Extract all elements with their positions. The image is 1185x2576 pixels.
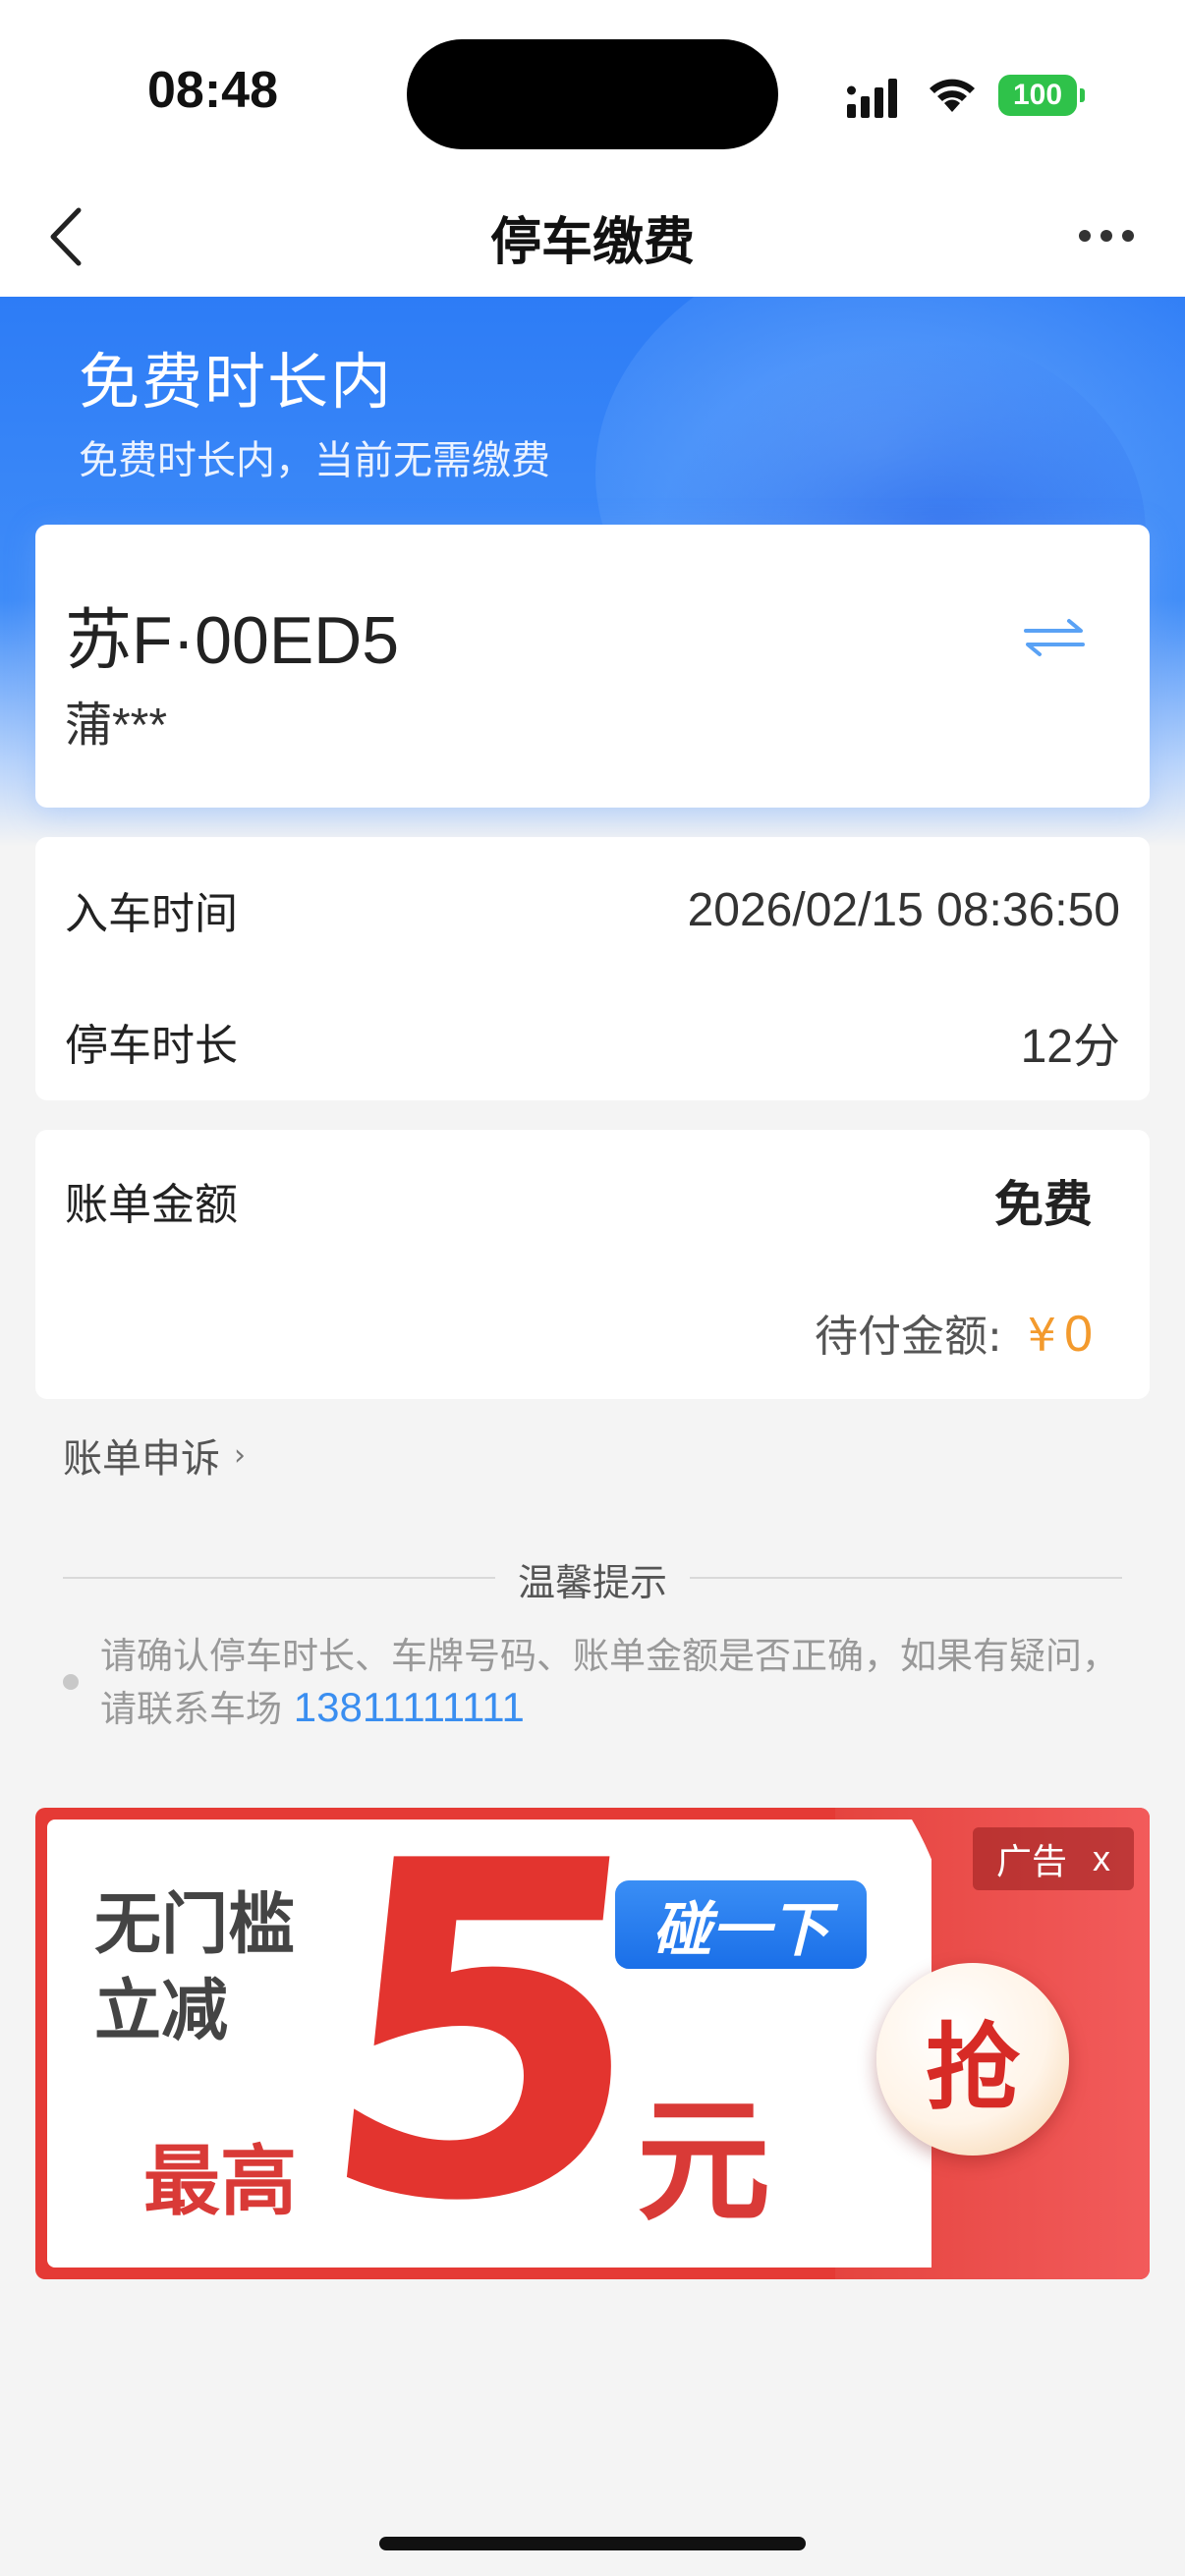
nav-bar: 停车缴费 <box>0 177 1185 297</box>
more-icon[interactable] <box>1077 224 1136 248</box>
ad-grab-button[interactable]: 抢 <box>876 1963 1069 2156</box>
ad-unit: 元 <box>637 2085 770 2240</box>
ad-tap-badge: 碰一下 <box>615 1880 867 1969</box>
contact-phone-link[interactable]: 13811111111 <box>294 1684 525 1730</box>
plate-number: 苏F·00ED5 <box>65 603 400 678</box>
amount-due-value: 0 <box>1064 1306 1093 1363</box>
bullet-icon <box>63 1674 79 1690</box>
parking-info-card: 入车时间 2026/02/15 08:36:50 停车时长 12分 <box>35 837 1150 1100</box>
ad-line2: 立减 <box>94 1973 229 2050</box>
plate-owner: 蒲*** <box>65 700 168 752</box>
currency-symbol: ¥ <box>1027 1309 1057 1362</box>
bill-amount-value: 免费 <box>994 1176 1093 1233</box>
page-title: 停车缴费 <box>489 212 695 272</box>
bill-card: 账单金额 免费 待付金额: ¥ 0 <box>35 1130 1150 1399</box>
chevron-right-icon: › <box>234 1437 246 1473</box>
status-time: 08:48 <box>147 62 278 119</box>
divider <box>690 1577 1122 1579</box>
home-indicator[interactable] <box>379 2537 806 2550</box>
status-bar: 08:48 100 <box>0 0 1185 177</box>
wifi-icon <box>930 79 975 112</box>
entry-time-row: 入车时间 2026/02/15 08:36:50 <box>65 880 1120 940</box>
close-icon: x <box>1093 1838 1110 1878</box>
amount-due: 待付金额: ¥ 0 <box>815 1301 1093 1364</box>
ad-max-label: 最高 <box>143 2138 298 2226</box>
ad-label: 广告 <box>995 1842 1067 1882</box>
promo-ad-banner[interactable]: 无门槛 立减 5 最高 元 碰一下 抢 广告 x <box>35 1808 1150 2279</box>
ad-headline: 无门槛 立减 <box>94 1882 295 2055</box>
plate-card: 苏F·00ED5 蒲*** <box>35 525 1150 808</box>
ad-close-button[interactable]: 广告 x <box>973 1827 1134 1890</box>
bill-appeal-label: 账单申诉 <box>63 1436 220 1482</box>
ad-line1: 无门槛 <box>94 1886 296 1964</box>
bill-appeal-link[interactable]: 账单申诉 › <box>63 1427 246 1484</box>
banner-subtitle: 免费时长内，当前无需缴费 <box>79 438 550 483</box>
tips-message: 请确认停车时长、车牌号码、账单金额是否正确，如果有疑问，请联系车场 <box>100 1635 1118 1730</box>
tips-text: 请确认停车时长、车牌号码、账单金额是否正确，如果有疑问，请联系车场 138111… <box>100 1631 1122 1735</box>
tips-header: 温馨提示 <box>63 1552 1122 1604</box>
entry-time-value: 2026/02/15 08:36:50 <box>687 883 1120 936</box>
entry-time-label: 入车时间 <box>65 889 238 939</box>
dynamic-island <box>407 39 778 149</box>
ad-amount: 5 <box>298 1808 676 2279</box>
banner-title: 免费时长内 <box>79 346 394 418</box>
battery-icon: 100 <box>998 75 1085 116</box>
duration-row: 停车时长 12分 <box>65 1012 1120 1073</box>
cellular-signal-icon <box>847 79 897 118</box>
switch-plate-icon[interactable] <box>1022 613 1087 662</box>
amount-due-label: 待付金额: <box>814 1312 1002 1362</box>
bill-amount-label: 账单金额 <box>65 1180 238 1230</box>
duration-label: 停车时长 <box>65 1021 238 1071</box>
tips-title: 温馨提示 <box>517 1561 667 1604</box>
duration-value: 12分 <box>1020 1021 1120 1073</box>
back-arrow-icon[interactable] <box>43 202 92 271</box>
